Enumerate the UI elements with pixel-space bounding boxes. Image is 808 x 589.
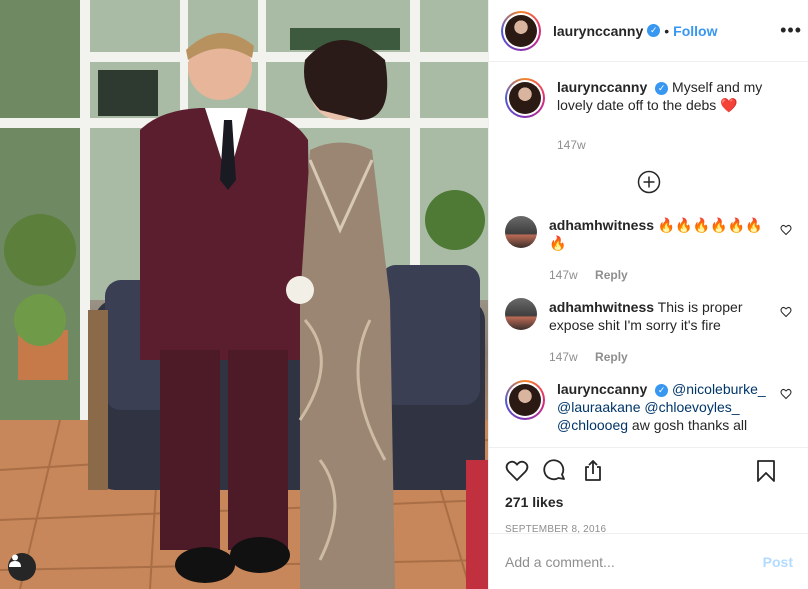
heart-icon[interactable] [780,224,792,236]
post-side-panel: laurynccanny ✓ • Follow ••• laurynccanny… [488,0,808,589]
share-icon [585,460,601,481]
post-comment-button[interactable]: Post [763,554,793,570]
verified-icon: ✓ [647,24,661,37]
comment-input[interactable] [505,553,745,570]
caption-avatar[interactable] [505,78,545,118]
like-button[interactable] [505,459,529,483]
verified-icon: ✓ [655,383,669,397]
heart-icon [505,460,529,482]
separator-dot: • [664,22,670,39]
post-header: laurynccanny ✓ • Follow ••• [489,0,808,62]
heart-icon[interactable] [780,306,792,318]
comment-username[interactable]: laurynccanny [557,381,647,397]
caption-age: 147w [557,138,586,152]
comment-username[interactable]: adhamhwitness [549,299,654,315]
comment-item: adhamhwitness This is proper expose shit… [505,298,792,366]
caption: laurynccanny ✓ Myself and my lovely date… [505,78,792,154]
more-icon[interactable]: ••• [780,20,802,41]
user-tag-button[interactable] [8,553,36,581]
reply-button[interactable]: Reply [595,268,628,282]
load-more-button[interactable] [505,170,792,194]
comment-text: aw gosh thanks all [628,417,748,433]
post-photo[interactable] [0,0,488,589]
comment-username[interactable]: adhamhwitness [549,217,654,233]
author-avatar[interactable] [501,10,541,51]
load-more-icon [637,170,660,194]
comment-item: adhamhwitness 🔥🔥🔥🔥🔥🔥🔥 147w Reply [505,216,792,284]
commenter-avatar[interactable] [505,380,545,420]
commenter-avatar[interactable] [505,298,537,330]
save-button[interactable] [754,459,778,483]
commenter-avatar[interactable] [505,216,537,248]
share-button[interactable] [581,459,605,483]
comment-icon [543,459,565,481]
comment-age: 147w [549,268,578,282]
post-actions: 271 likes September 8, 2016 [489,447,808,535]
follow-button[interactable]: Follow [673,23,717,39]
comment-item: laurynccanny ✓ @nicoleburke_ @lauraakane… [505,380,792,434]
author-username[interactable]: laurynccanny [553,23,643,39]
comment-composer: Post [489,533,808,589]
comment-age: 147w [549,350,578,364]
caption-username[interactable]: laurynccanny [557,79,647,95]
reply-button[interactable]: Reply [595,350,628,364]
likes-count[interactable]: 271 likes [505,494,792,510]
user-tag-icon [9,554,21,567]
verified-icon: ✓ [655,81,669,95]
comment-button[interactable] [543,459,567,483]
comments-list[interactable]: laurynccanny ✓ Myself and my lovely date… [489,62,808,447]
bookmark-icon [757,460,775,482]
heart-icon[interactable] [780,388,792,400]
photo-illustration [0,0,488,589]
caption-emoji: ❤️ [720,97,738,113]
